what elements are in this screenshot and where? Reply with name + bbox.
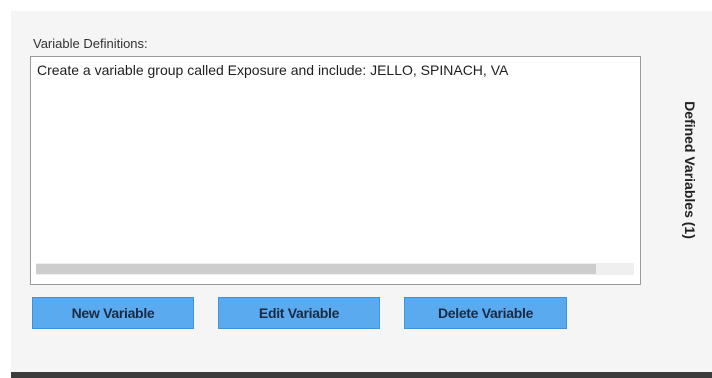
panel-bottom-border	[11, 372, 712, 378]
new-variable-button[interactable]: New Variable	[32, 297, 194, 329]
defined-variables-tab[interactable]: Defined Variables (1)	[682, 101, 698, 239]
scrollbar-thumb[interactable]	[36, 264, 596, 274]
list-item[interactable]: Create a variable group called Exposure …	[37, 62, 508, 78]
horizontal-scrollbar[interactable]	[36, 263, 634, 275]
variable-definitions-label: Variable Definitions:	[33, 36, 148, 51]
variable-definitions-list[interactable]: Create a variable group called Exposure …	[30, 56, 641, 285]
delete-variable-button[interactable]: Delete Variable	[404, 297, 567, 329]
edit-variable-button[interactable]: Edit Variable	[218, 297, 380, 329]
